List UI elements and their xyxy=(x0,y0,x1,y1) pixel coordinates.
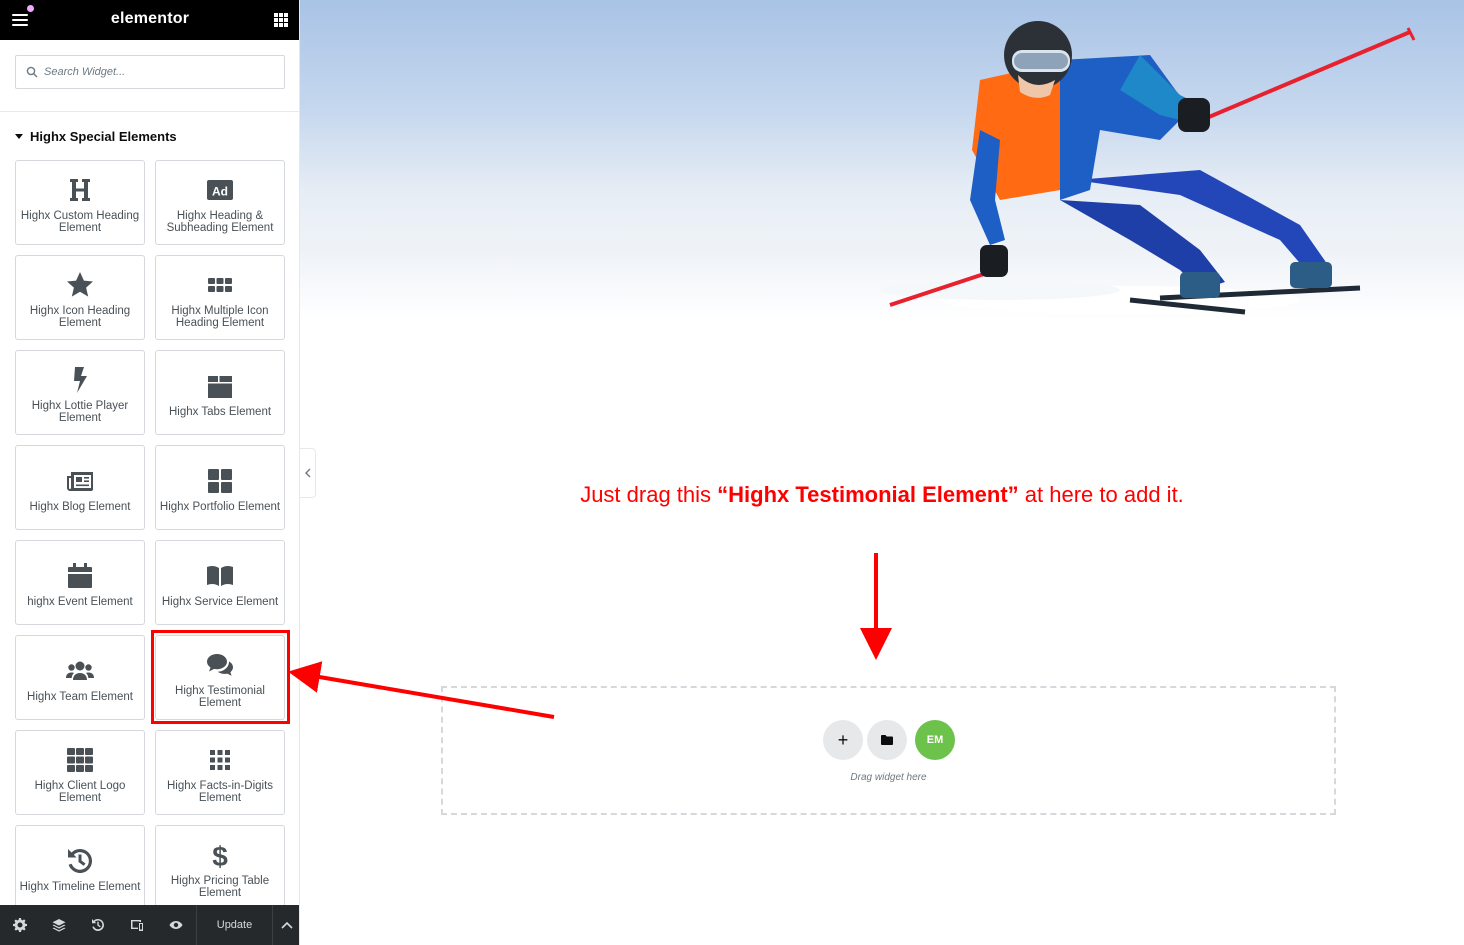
search-input[interactable] xyxy=(44,56,280,88)
widget-team[interactable]: Highx Team Element xyxy=(15,635,145,720)
notification-dot-icon xyxy=(27,5,34,12)
heading-icon xyxy=(70,178,90,201)
widget-label: Highx Service Element xyxy=(161,595,279,608)
eye-icon xyxy=(169,921,182,929)
widget-portfolio[interactable]: Highx Portfolio Element xyxy=(155,445,285,530)
widget-label: highx Event Element xyxy=(27,595,133,608)
users-icon xyxy=(66,661,94,680)
update-options-button[interactable] xyxy=(272,905,299,945)
caret-down-icon xyxy=(15,134,23,139)
history-button[interactable] xyxy=(78,905,117,945)
widgets-grid-button[interactable] xyxy=(274,13,288,27)
widget-event[interactable]: highx Event Element xyxy=(15,540,145,625)
category-title: Highx Special Elements xyxy=(30,129,177,144)
envato-logo-icon: EM xyxy=(926,734,944,746)
widget-label: Highx Heading & Subheading Element xyxy=(166,209,274,234)
ad-icon: Ad xyxy=(207,179,233,200)
gear-icon xyxy=(12,918,27,932)
widget-label: Highx Testimonial Element xyxy=(175,684,265,709)
widget-pricing-table[interactable]: $ Highx Pricing Table Element xyxy=(155,825,285,910)
devices-icon xyxy=(130,920,143,931)
search-box xyxy=(15,55,285,89)
widget-label: Highx Team Element xyxy=(27,690,133,703)
widget-icon-heading[interactable]: Highx Icon Heading Element xyxy=(15,255,145,340)
widget-label: Highx Facts-in-Digits Element xyxy=(166,779,274,804)
chevron-left-icon xyxy=(304,468,310,478)
page-root: elementor Highx Special Elements Highx C… xyxy=(0,0,1464,945)
folder-icon xyxy=(881,735,893,745)
widget-label: Highx Lottie Player Element xyxy=(31,399,129,424)
widget-timeline[interactable]: Highx Timeline Element xyxy=(15,825,145,910)
widget-label: Highx Icon Heading Element xyxy=(29,304,131,329)
navigator-button[interactable] xyxy=(39,905,78,945)
add-section-button[interactable]: + xyxy=(823,720,863,760)
svg-text:Ad: Ad xyxy=(212,184,228,198)
widget-multiple-icon-heading[interactable]: Highx Multiple Icon Heading Element xyxy=(155,255,285,340)
widget-label: Highx Multiple Icon Heading Element xyxy=(171,304,269,329)
brand-logo: elementor xyxy=(110,10,190,27)
drop-zone-label: Drag widget here xyxy=(850,772,927,783)
search-icon xyxy=(26,66,38,78)
comments-icon xyxy=(207,653,233,676)
digits-icon xyxy=(210,749,230,770)
preview-button[interactable] xyxy=(156,905,195,945)
panel-header: elementor xyxy=(0,0,299,40)
widget-label: Highx Tabs Element xyxy=(168,405,272,418)
widget-panel: elementor Highx Special Elements Highx C… xyxy=(0,0,300,945)
widget-testimonial[interactable]: Highx Testimonial Element xyxy=(155,635,285,720)
hamburger-menu-button[interactable] xyxy=(10,5,34,30)
bolt-icon xyxy=(74,366,87,393)
panel-divider xyxy=(0,111,299,112)
book-icon xyxy=(207,565,233,586)
widget-label: Highx Client Logo Element xyxy=(34,779,126,804)
responsive-mode-button[interactable] xyxy=(117,905,156,945)
widget-label: Highx Pricing Table Element xyxy=(170,874,270,899)
portfolio-icon xyxy=(208,468,232,493)
history-icon xyxy=(68,848,93,873)
widget-blog[interactable]: Highx Blog Element xyxy=(15,445,145,530)
update-button[interactable]: Update xyxy=(196,905,272,945)
widget-label: Highx Custom Heading Element xyxy=(20,209,140,234)
layers-icon xyxy=(52,919,65,932)
drop-zone[interactable]: + EM Drag widget here xyxy=(441,686,1336,815)
widget-custom-heading[interactable]: Highx Custom Heading Element xyxy=(15,160,145,245)
chevron-up-icon xyxy=(280,921,293,929)
settings-button[interactable] xyxy=(0,905,39,945)
logo-grid-icon xyxy=(67,747,93,772)
widget-service[interactable]: Highx Service Element xyxy=(155,540,285,625)
star-icon xyxy=(67,271,93,297)
svg-text:$: $ xyxy=(212,841,228,870)
widget-label: Highx Portfolio Element xyxy=(159,500,281,513)
widget-grid: Highx Custom Heading Element Ad Highx He… xyxy=(15,160,285,910)
instruction-suffix: at here to add it. xyxy=(1018,482,1184,507)
category-header[interactable]: Highx Special Elements xyxy=(15,129,177,144)
instruction-highlight: “Highx Testimonial Element” xyxy=(717,482,1019,507)
add-template-button[interactable] xyxy=(867,720,907,760)
widget-facts-in-digits[interactable]: Highx Facts-in-Digits Element xyxy=(155,730,285,815)
panel-footer: Update xyxy=(0,905,299,945)
history-icon xyxy=(91,918,104,931)
widget-heading-subheading[interactable]: Ad Highx Heading & Subheading Element xyxy=(155,160,285,245)
skier-illustration xyxy=(880,21,1416,315)
widget-label: Highx Blog Element xyxy=(29,500,131,513)
widget-lottie-player[interactable]: Highx Lottie Player Element xyxy=(15,350,145,435)
hero-image xyxy=(300,0,1464,320)
dollar-icon: $ xyxy=(212,841,228,870)
grid-icon xyxy=(208,277,232,292)
widget-label: Highx Timeline Element xyxy=(19,880,141,893)
envato-elements-button[interactable]: EM xyxy=(915,720,955,760)
drag-instruction: Just drag this “Highx Testimonial Elemen… xyxy=(300,482,1464,508)
instruction-prefix: Just drag this xyxy=(580,482,718,507)
widget-client-logo[interactable]: Highx Client Logo Element xyxy=(15,730,145,815)
calendar-icon xyxy=(68,562,92,588)
newspaper-icon xyxy=(67,471,93,491)
widget-tabs[interactable]: Highx Tabs Element xyxy=(155,350,285,435)
tabs-icon xyxy=(208,375,232,398)
